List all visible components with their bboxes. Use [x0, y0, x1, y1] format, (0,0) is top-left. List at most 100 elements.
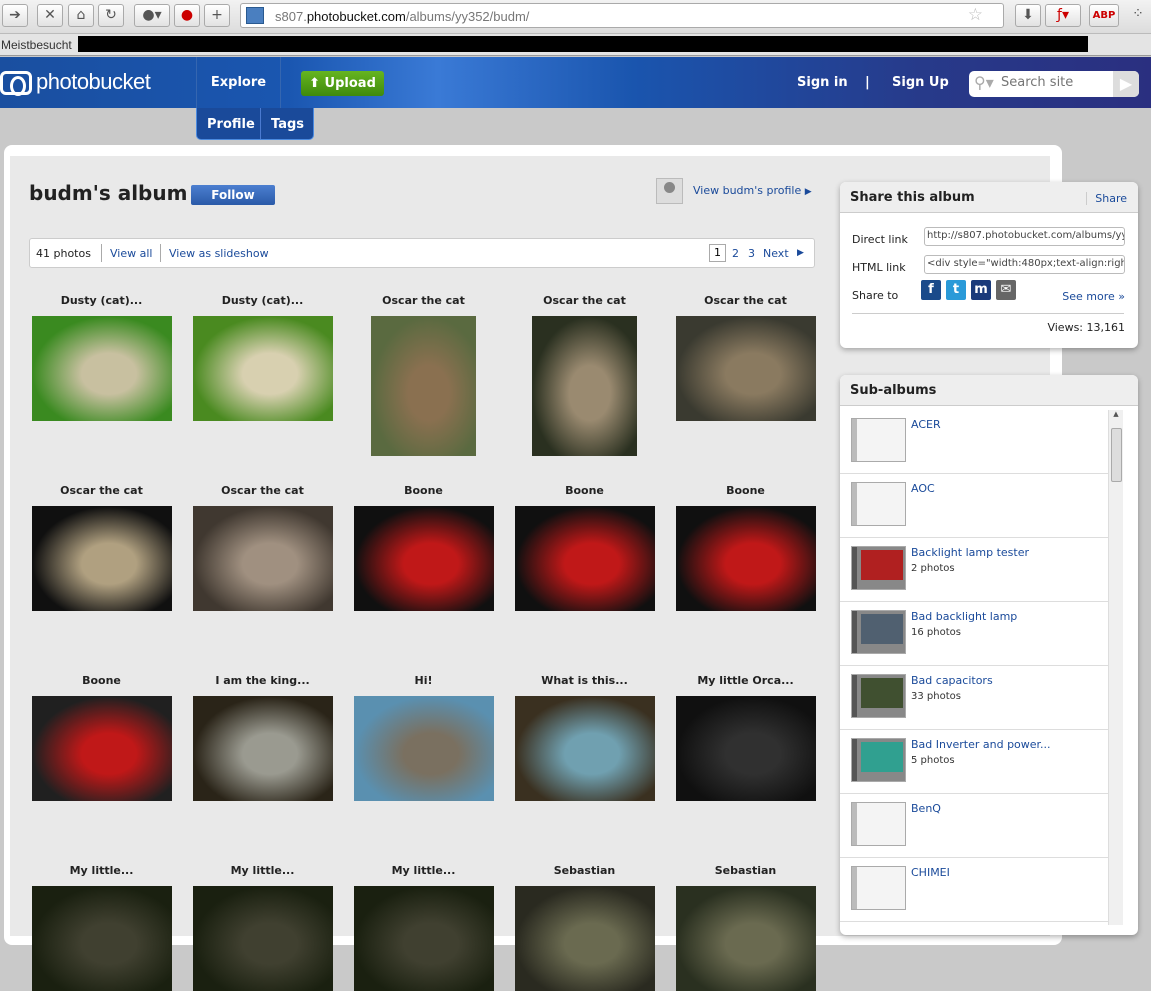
photo-thumbnail[interactable] — [675, 316, 816, 421]
photo-item[interactable]: Oscar the cat — [665, 294, 826, 421]
photo-title[interactable]: My little... — [21, 864, 182, 879]
sub-album-name[interactable]: ACER — [911, 418, 941, 431]
search-submit-button[interactable]: ▶ — [1113, 71, 1139, 97]
photo-item[interactable]: Sebastian — [504, 864, 665, 991]
photo-item[interactable]: Oscar the cat — [21, 484, 182, 611]
photo-title[interactable]: Oscar the cat — [343, 294, 504, 309]
tab-tags[interactable]: Tags — [271, 117, 304, 132]
photo-thumbnail[interactable] — [31, 506, 172, 611]
photo-item[interactable]: Oscar the cat — [504, 294, 665, 456]
photo-item[interactable]: My little... — [182, 864, 343, 991]
photo-title[interactable]: Oscar the cat — [504, 294, 665, 309]
sub-album-name[interactable]: Backlight lamp tester — [911, 546, 1029, 559]
sign-in-link[interactable]: Sign in — [797, 57, 848, 108]
photo-title[interactable]: Boone — [665, 484, 826, 499]
photo-item[interactable]: Sebastian — [665, 864, 826, 991]
photo-title[interactable]: Oscar the cat — [21, 484, 182, 499]
photo-title[interactable]: Dusty (cat)... — [21, 294, 182, 309]
photo-thumbnail[interactable] — [675, 886, 816, 991]
photo-title[interactable]: Hi! — [343, 674, 504, 689]
photo-title[interactable]: I am the king... — [182, 674, 343, 689]
photo-title[interactable]: My little Orca... — [665, 674, 826, 689]
myspace-icon[interactable]: m — [971, 280, 991, 300]
photo-title[interactable]: My little... — [182, 864, 343, 879]
photo-thumbnail[interactable] — [371, 316, 476, 456]
sub-album-name[interactable]: Bad Inverter and power... — [911, 738, 1051, 751]
view-all-link[interactable]: View all — [110, 247, 152, 260]
photo-title[interactable]: Sebastian — [504, 864, 665, 879]
photo-title[interactable]: Oscar the cat — [665, 294, 826, 309]
sub-album-item[interactable]: BenQ — [840, 794, 1108, 858]
addon-colors-button[interactable]: ●▾ — [134, 4, 170, 27]
sub-album-item[interactable]: Bad Inverter and power... 5 photos — [840, 730, 1108, 794]
photo-thumbnail[interactable] — [353, 506, 494, 611]
scrollbar[interactable]: ▲ — [1108, 410, 1123, 925]
record-button[interactable]: ● — [174, 4, 200, 27]
sub-album-item[interactable]: Backlight lamp tester 2 photos — [840, 538, 1108, 602]
photo-thumbnail[interactable] — [353, 696, 494, 801]
sign-up-link[interactable]: Sign Up — [892, 57, 949, 108]
html-link-field[interactable]: <div style="width:480px;text-align:right… — [924, 255, 1125, 274]
photo-thumbnail[interactable] — [192, 506, 333, 611]
address-bar[interactable]: s807.photobucket.com/albums/yy352/budm/ … — [240, 3, 1004, 28]
bookmark-star-icon[interactable]: ☆ — [968, 5, 983, 25]
photo-title[interactable]: What is this... — [504, 674, 665, 689]
direct-link-field[interactable]: http://s807.photobucket.com/albums/yy352… — [924, 227, 1125, 246]
new-folder-button[interactable]: + — [204, 4, 230, 27]
reload-button[interactable]: ↻ — [98, 4, 124, 27]
sub-album-thumbnail[interactable] — [851, 482, 906, 526]
sub-album-name[interactable]: AOC — [911, 482, 935, 495]
search-input[interactable] — [1001, 75, 1101, 90]
sub-album-item[interactable]: CHIMEI — [840, 858, 1108, 922]
upload-button[interactable]: ⬆ Upload — [301, 71, 384, 96]
photo-item[interactable]: Boone — [21, 674, 182, 801]
photo-title[interactable]: Boone — [504, 484, 665, 499]
photo-thumbnail[interactable] — [675, 696, 816, 801]
see-more-link[interactable]: See more » — [1062, 290, 1125, 303]
photo-thumbnail[interactable] — [675, 506, 816, 611]
photo-item[interactable]: Oscar the cat — [182, 484, 343, 611]
page-2[interactable]: 2 — [732, 247, 739, 260]
photo-item[interactable]: Dusty (cat)... — [182, 294, 343, 421]
stop-button[interactable]: ✕ — [37, 4, 63, 27]
photo-item[interactable]: My little... — [343, 864, 504, 991]
photo-thumbnail[interactable] — [532, 316, 637, 456]
forward-button[interactable]: ➔ — [2, 4, 28, 27]
sub-album-thumbnail[interactable] — [851, 546, 906, 590]
photo-item[interactable]: Hi! — [343, 674, 504, 801]
photo-thumbnail[interactable] — [514, 696, 655, 801]
photo-title[interactable]: My little... — [343, 864, 504, 879]
photo-thumbnail[interactable] — [31, 316, 172, 421]
photo-item[interactable]: My little... — [21, 864, 182, 991]
photo-item[interactable]: I am the king... — [182, 674, 343, 801]
share-link[interactable]: Share — [1086, 192, 1127, 205]
sub-album-item[interactable]: Bad backlight lamp 16 photos — [840, 602, 1108, 666]
sub-album-thumbnail[interactable] — [851, 738, 906, 782]
bookmark-most-visited[interactable]: Meistbesucht — [1, 38, 72, 52]
flash-block-button[interactable]: ƒ▾ — [1045, 4, 1081, 27]
photo-title[interactable]: Sebastian — [665, 864, 826, 879]
photo-title[interactable]: Oscar the cat — [182, 484, 343, 499]
explore-link[interactable]: Explore — [196, 57, 281, 108]
photo-title[interactable]: Boone — [343, 484, 504, 499]
page-1[interactable]: 1 — [709, 244, 726, 262]
sub-album-item[interactable]: ACER — [840, 410, 1108, 474]
photo-title[interactable]: Boone — [21, 674, 182, 689]
sub-album-item[interactable]: Bad capacitors 33 photos — [840, 666, 1108, 730]
facebook-icon[interactable]: f — [921, 280, 941, 300]
scrollbar-thumb[interactable] — [1111, 428, 1122, 482]
email-icon[interactable]: ✉ — [996, 280, 1016, 300]
photo-thumbnail[interactable] — [514, 886, 655, 991]
photo-item[interactable]: Boone — [504, 484, 665, 611]
tab-profile[interactable]: Profile — [207, 117, 255, 132]
sub-album-item[interactable]: AOC — [840, 474, 1108, 538]
photo-thumbnail[interactable] — [192, 886, 333, 991]
sub-album-name[interactable]: CHIMEI — [911, 866, 950, 879]
sub-album-name[interactable]: Bad backlight lamp — [911, 610, 1017, 623]
photo-thumbnail[interactable] — [192, 316, 333, 421]
sub-album-thumbnail[interactable] — [851, 418, 906, 462]
photo-thumbnail[interactable] — [31, 696, 172, 801]
photo-item[interactable]: Dusty (cat)... — [21, 294, 182, 421]
photo-item[interactable]: What is this... — [504, 674, 665, 801]
home-button[interactable]: ⌂ — [68, 4, 94, 27]
